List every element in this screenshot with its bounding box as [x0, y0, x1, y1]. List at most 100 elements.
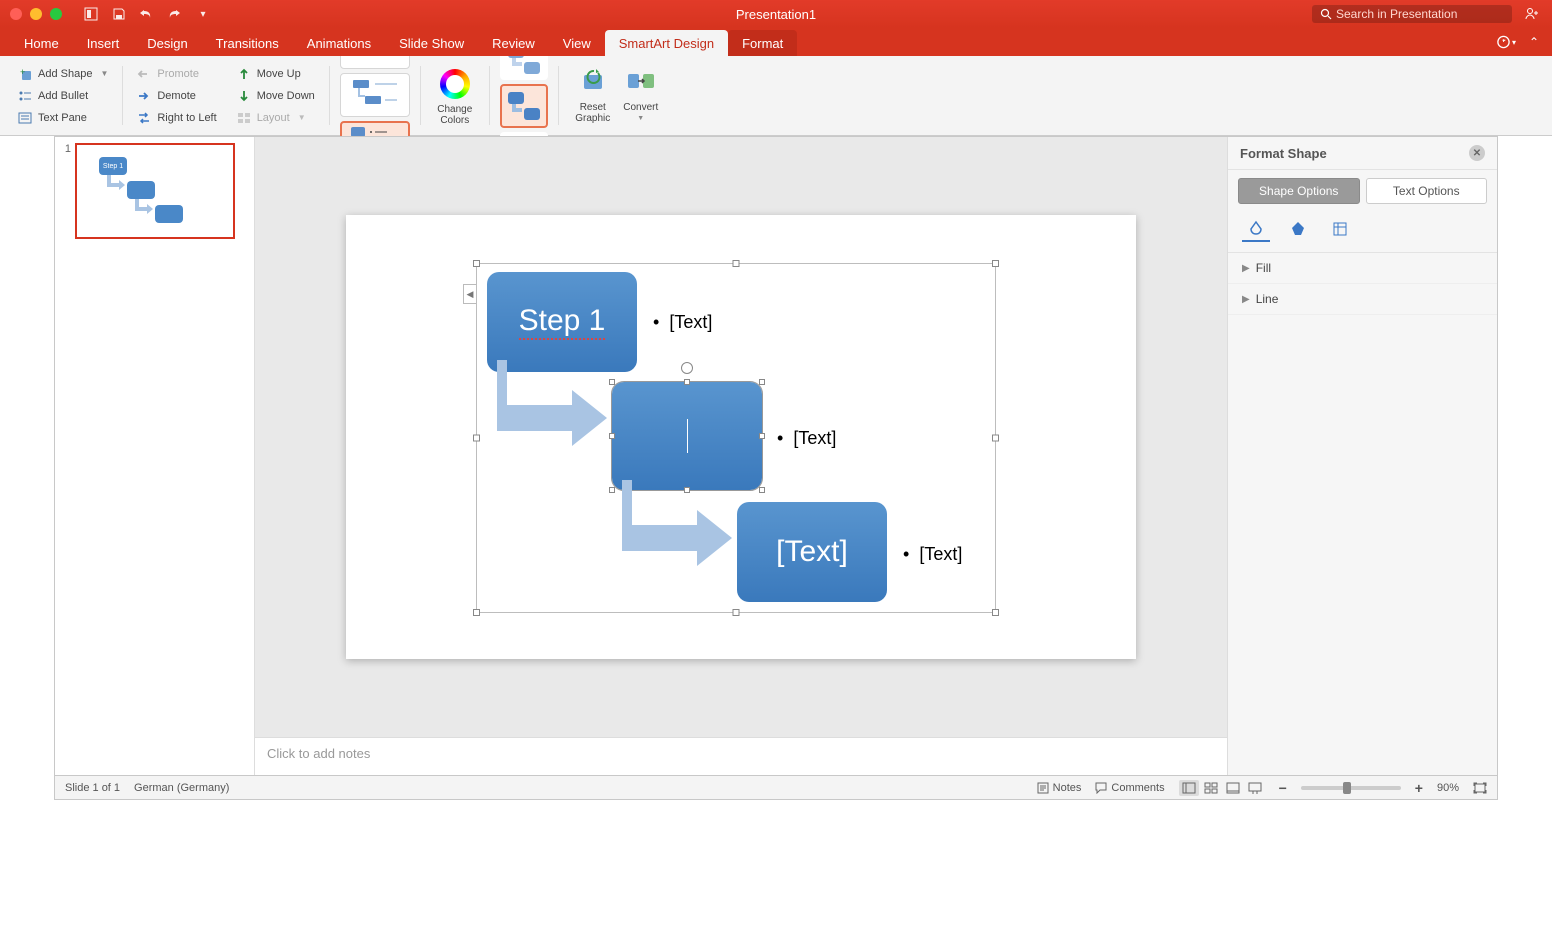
shape-handle-t[interactable] [684, 379, 690, 385]
zoom-slider[interactable] [1301, 786, 1401, 790]
notes-toggle[interactable]: Notes [1037, 782, 1082, 794]
tab-transitions[interactable]: Transitions [202, 30, 293, 56]
shape-handle-tl[interactable] [609, 379, 615, 385]
close-window-button[interactable] [10, 8, 22, 20]
smartart-step3-box[interactable]: [Text] [737, 502, 887, 602]
demote-button[interactable]: Demote [133, 85, 220, 107]
slide-thumbnail-panel[interactable]: 1 Step 1 [55, 137, 255, 775]
fill-accordion[interactable]: ▶Fill [1228, 253, 1497, 284]
tab-design[interactable]: Design [133, 30, 201, 56]
sorter-view-button[interactable] [1201, 780, 1221, 796]
resize-handle-b[interactable] [733, 609, 740, 616]
minimize-window-button[interactable] [30, 8, 42, 20]
tab-view[interactable]: View [549, 30, 605, 56]
tab-review[interactable]: Review [478, 30, 549, 56]
status-bar: Slide 1 of 1 German (Germany) Notes Comm… [54, 776, 1498, 800]
tab-format[interactable]: Format [728, 30, 797, 56]
slide[interactable]: ◀ Step 1 • [Text] [346, 215, 1136, 659]
shape-handle-bl[interactable] [609, 487, 615, 493]
thumb-step1: Step 1 [99, 157, 127, 175]
resize-handle-tl[interactable] [473, 260, 480, 267]
tab-insert[interactable]: Insert [73, 30, 134, 56]
qat-customize-icon[interactable]: ▾ [194, 5, 212, 23]
resize-handle-br[interactable] [992, 609, 999, 616]
down-arrow-icon [237, 89, 251, 103]
shape-options-tab[interactable]: Shape Options [1238, 178, 1360, 204]
resize-handle-tr[interactable] [992, 260, 999, 267]
resize-handle-r[interactable] [992, 435, 999, 442]
layout-button[interactable]: Layout▼ [233, 107, 319, 129]
tab-slideshow[interactable]: Slide Show [385, 30, 478, 56]
zoom-window-button[interactable] [50, 8, 62, 20]
smartart-step2-box[interactable] [612, 382, 762, 490]
tab-home[interactable]: Home [10, 30, 73, 56]
convert-icon [623, 64, 659, 100]
zoom-slider-thumb[interactable] [1343, 782, 1351, 794]
zoom-out-button[interactable]: − [1279, 780, 1287, 796]
step1-bullet[interactable]: • [Text] [653, 312, 712, 333]
right-to-left-button[interactable]: Right to Left [133, 107, 220, 129]
tab-smartart-design[interactable]: SmartArt Design [605, 30, 728, 56]
resize-handle-t[interactable] [733, 260, 740, 267]
smartart-frame[interactable]: ◀ Step 1 • [Text] [476, 263, 996, 613]
add-shape-button[interactable]: +Add Shape▼ [14, 63, 112, 85]
shape-handle-l[interactable] [609, 433, 615, 439]
notes-area[interactable]: Click to add notes [255, 737, 1227, 775]
workarea: 1 Step 1 ◀ [54, 136, 1498, 776]
rotate-handle[interactable] [681, 362, 693, 374]
move-up-button[interactable]: Move Up [233, 63, 319, 85]
add-bullet-button[interactable]: Add Bullet [14, 85, 112, 107]
text-pane-toggle[interactable]: ◀ [463, 284, 476, 304]
slide-canvas[interactable]: ◀ Step 1 • [Text] [255, 137, 1227, 737]
arrow-1 [497, 360, 617, 450]
shape-handle-r[interactable] [759, 433, 765, 439]
rtl-icon [137, 111, 151, 125]
reset-graphic-button[interactable]: Reset Graphic [569, 60, 617, 128]
tab-animations[interactable]: Animations [293, 30, 385, 56]
resize-handle-l[interactable] [473, 435, 480, 442]
language-indicator[interactable]: German (Germany) [134, 782, 229, 794]
thumb-number: 1 [61, 143, 71, 239]
promote-button[interactable]: Promote [133, 63, 220, 85]
fit-to-window-button[interactable] [1473, 782, 1487, 794]
add-bullet-icon [18, 89, 32, 103]
fill-line-icon[interactable] [1242, 218, 1270, 242]
demote-arrow-icon [137, 89, 151, 103]
tell-me-icon[interactable]: ▾ [1496, 32, 1516, 52]
save-icon[interactable] [110, 5, 128, 23]
collapse-ribbon-icon[interactable]: ⌃ [1524, 32, 1544, 52]
convert-button[interactable]: Convert▼ [617, 60, 665, 126]
shape-handle-br[interactable] [759, 487, 765, 493]
redo-icon[interactable] [166, 5, 184, 23]
zoom-in-button[interactable]: + [1415, 780, 1423, 796]
normal-view-button[interactable] [1179, 780, 1199, 796]
undo-icon[interactable] [138, 5, 156, 23]
step2-bullet[interactable]: • [Text] [777, 428, 836, 449]
move-down-button[interactable]: Move Down [233, 85, 319, 107]
reading-view-button[interactable] [1223, 780, 1243, 796]
line-accordion[interactable]: ▶Line [1228, 284, 1497, 315]
layout-option-3[interactable] [340, 73, 410, 117]
text-options-tab[interactable]: Text Options [1366, 178, 1488, 204]
close-pane-button[interactable]: ✕ [1469, 145, 1485, 161]
size-properties-icon[interactable] [1326, 218, 1354, 242]
text-pane-button[interactable]: Text Pane [14, 107, 112, 129]
slide-counter[interactable]: Slide 1 of 1 [65, 782, 120, 794]
style-option-4-selected[interactable] [500, 84, 548, 128]
shape-handle-tr[interactable] [759, 379, 765, 385]
resize-handle-bl[interactable] [473, 609, 480, 616]
layout-icon [237, 111, 251, 125]
slideshow-view-button[interactable] [1245, 780, 1265, 796]
share-icon[interactable] [1522, 4, 1542, 24]
zoom-level[interactable]: 90% [1437, 782, 1459, 794]
slide-thumbnail-1[interactable]: Step 1 [75, 143, 235, 239]
step3-bullet[interactable]: • [Text] [903, 544, 962, 565]
autosave-icon[interactable] [82, 5, 100, 23]
thumb-box3 [155, 205, 183, 223]
search-input[interactable]: Search in Presentation [1312, 5, 1512, 23]
titlebar: ▾ Presentation1 Search in Presentation [0, 0, 1552, 28]
change-colors-button[interactable]: Change Colors [431, 62, 479, 130]
smartart-step1-box[interactable]: Step 1 [487, 272, 637, 372]
effects-icon[interactable] [1284, 218, 1312, 242]
comments-toggle[interactable]: Comments [1095, 782, 1164, 794]
